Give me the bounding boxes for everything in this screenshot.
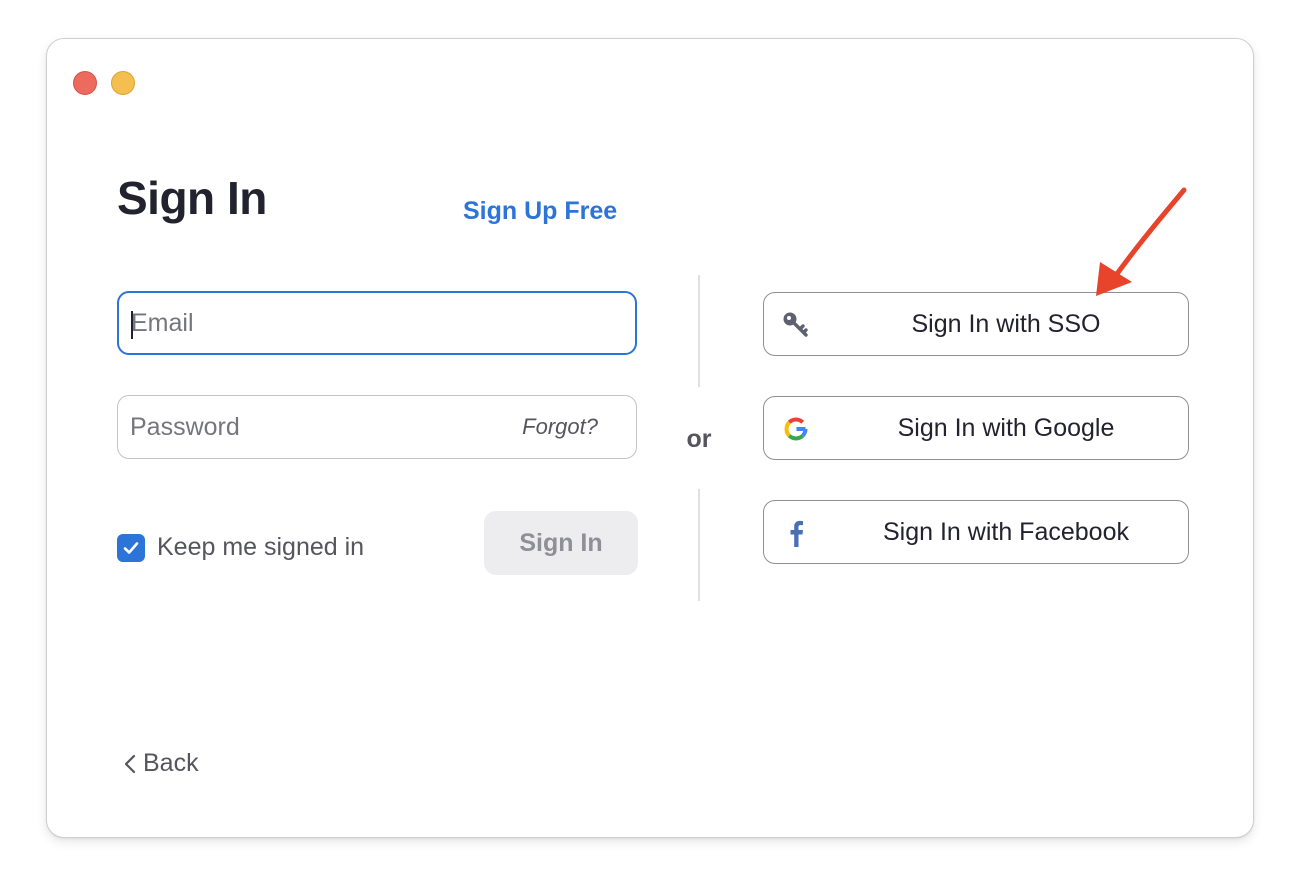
sign-in-facebook-button[interactable]: Sign In with Facebook	[763, 500, 1189, 564]
password-field[interactable]: Forgot?	[117, 395, 637, 459]
password-input[interactable]	[130, 396, 490, 458]
checkmark-icon	[123, 541, 139, 554]
google-icon	[784, 417, 808, 441]
keep-signed-in[interactable]: Keep me signed in	[117, 533, 364, 562]
email-field[interactable]	[117, 291, 637, 355]
signin-window: Sign In Sign Up Free Forgot? Keep me sig…	[46, 38, 1254, 838]
email-input[interactable]	[131, 293, 491, 353]
window-controls	[73, 71, 135, 95]
close-window-button[interactable]	[73, 71, 97, 95]
keep-signed-in-checkbox[interactable]	[117, 533, 145, 562]
facebook-label: Sign In with Facebook	[883, 517, 1129, 546]
facebook-icon	[790, 520, 803, 547]
key-icon	[783, 312, 808, 337]
divider-line-top	[698, 275, 700, 387]
minimize-window-button[interactable]	[111, 71, 135, 95]
back-label: Back	[143, 749, 199, 777]
sign-up-free-link[interactable]: Sign Up Free	[463, 197, 617, 226]
sign-in-button[interactable]: Sign In	[484, 511, 638, 575]
keep-signed-in-label: Keep me signed in	[157, 533, 365, 561]
or-label: or	[686, 425, 712, 453]
sign-in-google-button[interactable]: Sign In with Google	[763, 396, 1189, 460]
google-label: Sign In with Google	[897, 413, 1115, 442]
annotation-arrow-icon	[1096, 187, 1187, 296]
forgot-password-link[interactable]: Forgot?	[522, 414, 598, 440]
divider-line-bottom	[698, 489, 700, 601]
back-link[interactable]: Back	[123, 749, 199, 778]
page-title: Sign In	[117, 172, 267, 224]
chevron-left-icon	[124, 754, 136, 773]
